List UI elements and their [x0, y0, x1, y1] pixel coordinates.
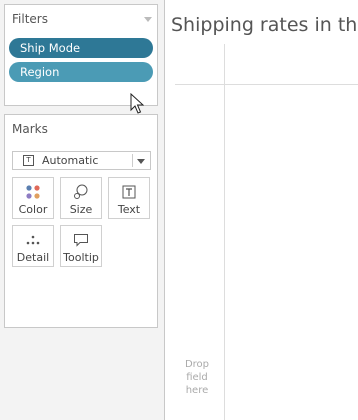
filters-panel: Filters Ship Mode Region	[4, 4, 158, 106]
text-button[interactable]: Text	[108, 177, 150, 219]
marks-title: Marks	[12, 122, 48, 136]
drop-hint-line: field	[186, 372, 208, 383]
color-button[interactable]: Color	[12, 177, 54, 219]
color-label: Color	[18, 203, 48, 216]
tooltip-label: Tooltip	[63, 251, 99, 264]
drop-hint-line: here	[185, 385, 209, 396]
size-label: Size	[69, 203, 93, 216]
view-canvas[interactable]: Shipping rates in th Drop field here	[164, 0, 358, 420]
column-divider-horizontal	[175, 84, 358, 85]
row-divider-vertical	[224, 44, 225, 420]
filter-pill-ship-mode[interactable]: Ship Mode	[9, 38, 153, 58]
mark-type-label: Automatic	[42, 154, 99, 167]
filter-pill-region[interactable]: Region	[9, 62, 153, 82]
marks-panel: Marks T Automatic Color Size Text Detail…	[4, 114, 158, 328]
sheet-title: Shipping rates in th	[171, 14, 358, 36]
drop-hint-line: Drop	[184, 359, 210, 370]
detail-icon	[13, 232, 53, 248]
chevron-down-icon	[137, 159, 145, 164]
mark-type-select[interactable]: T Automatic	[12, 151, 151, 170]
text-label: Text	[117, 203, 141, 216]
cursor-icon	[130, 92, 145, 119]
text-icon	[109, 184, 149, 200]
t-text-icon: T	[23, 155, 34, 166]
detail-label: Detail	[16, 251, 50, 264]
tooltip-icon	[61, 232, 101, 248]
select-separator	[132, 154, 133, 167]
color-dots-icon	[13, 184, 53, 200]
tooltip-button[interactable]: Tooltip	[60, 225, 102, 267]
size-button[interactable]: Size	[60, 177, 102, 219]
filters-title: Filters	[12, 12, 48, 26]
detail-button[interactable]: Detail	[12, 225, 54, 267]
size-icon	[61, 184, 101, 200]
filters-menu-caret-icon[interactable]	[144, 17, 152, 22]
drop-field-hint[interactable]: Drop field here	[175, 358, 219, 397]
